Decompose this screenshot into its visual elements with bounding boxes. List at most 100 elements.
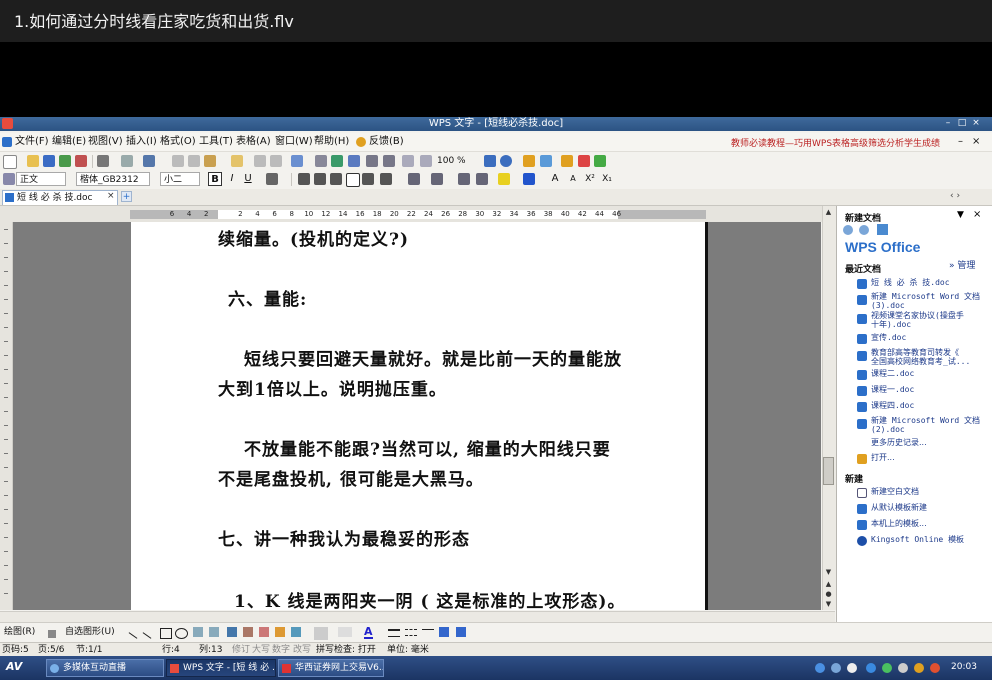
font-size-select[interactable]: 小二 (160, 172, 200, 186)
pdf-icon[interactable] (75, 155, 87, 167)
gallery-icon[interactable] (561, 155, 573, 167)
formula-icon[interactable] (315, 155, 327, 167)
back-icon[interactable] (843, 225, 853, 235)
taskbar-live-button[interactable]: 多媒体互动直播 (46, 659, 164, 677)
autoshape-button[interactable]: 自选图形(U) (65, 627, 115, 638)
print-preview-icon[interactable] (121, 155, 133, 167)
scroll-down-icon[interactable]: ▼ (823, 567, 834, 577)
maximize-button[interactable]: □ (956, 118, 968, 129)
tab-close-icon[interactable]: × (107, 191, 115, 201)
save-icon[interactable] (43, 155, 55, 167)
bullets-icon[interactable] (431, 173, 443, 185)
3d-icon[interactable] (456, 627, 466, 637)
menu-help[interactable]: 帮助(H) (314, 135, 349, 149)
doc-line[interactable]: 不是尾盘投机, 很可能是大黑马。 (218, 465, 484, 490)
document-page[interactable] (131, 222, 705, 610)
font-color-icon[interactable] (523, 173, 535, 185)
next-page-icon[interactable]: ▼ (823, 599, 834, 609)
line-style-icon[interactable] (388, 629, 400, 637)
char-border-icon[interactable] (266, 173, 278, 185)
tray-app-icon[interactable] (831, 663, 841, 673)
align-left-icon[interactable] (298, 173, 310, 185)
taskpane-close-icon[interactable]: × (973, 209, 981, 220)
vertical-textbox-icon[interactable] (209, 627, 219, 637)
help-icon[interactable] (500, 155, 512, 167)
copy-icon[interactable] (188, 155, 200, 167)
document-tab[interactable]: 短 线 必 杀 技.doc × (2, 190, 118, 205)
minimize-button[interactable]: – (942, 118, 954, 129)
menu-tools[interactable]: 工具(T) (199, 135, 233, 149)
grow-font-icon[interactable]: A (548, 172, 562, 186)
recent-doc[interactable]: 课程二.doc (871, 369, 914, 379)
paste-icon[interactable] (204, 155, 216, 167)
doc-close-button[interactable]: × (972, 135, 980, 149)
menu-insert[interactable]: 插入(I) (126, 135, 157, 149)
grid-icon[interactable] (383, 155, 395, 167)
align-right-icon[interactable] (330, 173, 342, 185)
menu-feedback[interactable]: 反馈(B) (369, 135, 404, 149)
line-color-icon[interactable] (338, 627, 352, 637)
arrow-style-icon[interactable] (422, 629, 434, 635)
online-template-link[interactable]: Kingsoft Online 模板 (871, 535, 964, 545)
clipart-icon[interactable] (243, 627, 253, 637)
manage-link[interactable]: » 管理 (949, 261, 975, 272)
line-spacing-icon[interactable] (380, 173, 392, 185)
styles-icon[interactable] (3, 173, 15, 185)
recent-doc[interactable]: 宣传.doc (871, 333, 906, 343)
recent-doc-cont[interactable]: 十年).doc (871, 320, 911, 330)
distribute-icon[interactable] (362, 173, 374, 185)
subscript-icon[interactable]: X₁ (600, 172, 614, 186)
rectangle-icon[interactable] (160, 628, 172, 639)
tray-safety-icon[interactable] (882, 663, 892, 673)
underline-button[interactable]: U (241, 172, 255, 186)
status-revision[interactable]: 修订 (232, 644, 250, 656)
font-select[interactable]: 楷体_GB2312 (76, 172, 150, 186)
picture-icon[interactable] (259, 627, 269, 637)
doc-heading[interactable]: 六、量能: (228, 285, 307, 310)
arrow-icon[interactable] (142, 632, 152, 639)
line-icon[interactable] (128, 632, 138, 639)
recent-doc[interactable]: 课程四.doc (871, 401, 914, 411)
cut-icon[interactable] (172, 155, 184, 167)
prev-page-icon[interactable]: ▲ (823, 579, 834, 589)
justify-icon[interactable] (346, 173, 360, 187)
vertical-scrollbar[interactable] (822, 206, 836, 610)
select-browse-icon[interactable]: ● (823, 589, 834, 599)
insert-table-icon[interactable] (291, 155, 303, 167)
style-select[interactable]: 正文 (16, 172, 66, 186)
fill-color-icon[interactable] (314, 627, 328, 640)
open-link[interactable]: 打开... (871, 453, 895, 463)
recent-doc-cont[interactable]: (3).doc (871, 301, 905, 311)
tray-app2-icon[interactable] (847, 663, 857, 673)
color-icon[interactable] (578, 155, 590, 167)
menu-edit[interactable]: 编辑(E) (52, 135, 86, 149)
redo-icon[interactable] (270, 155, 282, 167)
increase-indent-icon[interactable] (476, 173, 488, 185)
numbering-icon[interactable] (408, 173, 420, 185)
scroll-up-icon[interactable]: ▲ (823, 207, 834, 217)
local-template-link[interactable]: 本机上的模板... (871, 519, 927, 529)
status-spellcheck[interactable]: 拼写检查: 打开 (316, 644, 376, 656)
dash-style-icon[interactable] (405, 629, 417, 636)
find-icon[interactable] (484, 155, 496, 167)
italic-button[interactable]: I (225, 172, 239, 186)
menu-window[interactable]: 窗口(W) (275, 135, 313, 149)
taskpane-menu-icon[interactable]: ▼ (957, 210, 964, 220)
doc-minimize-button[interactable]: – (958, 135, 963, 149)
tray-chat-icon[interactable] (914, 663, 924, 673)
tray-volume-icon[interactable] (898, 663, 908, 673)
template-icon[interactable] (523, 155, 535, 167)
doc-line[interactable]: 不放量能不能跟?当然可以, 缩量的大阳线只要 (244, 435, 611, 460)
recent-doc-cont[interactable]: (2).doc (871, 425, 905, 435)
show-marks-icon[interactable] (402, 155, 414, 167)
decrease-indent-icon[interactable] (458, 173, 470, 185)
wordart-icon[interactable] (227, 627, 237, 637)
taskbar-wps-button[interactable]: WPS 文字 - [短 线 必 ... (166, 659, 276, 677)
recent-doc[interactable]: 课程一.doc (871, 385, 914, 395)
chart-icon[interactable] (594, 155, 606, 167)
traditional-chinese-icon[interactable] (143, 155, 155, 167)
format-painter-icon[interactable] (231, 155, 243, 167)
superscript-icon[interactable]: X² (583, 172, 597, 186)
menu-format[interactable]: 格式(O) (160, 135, 196, 149)
highlight-icon[interactable] (498, 173, 510, 185)
